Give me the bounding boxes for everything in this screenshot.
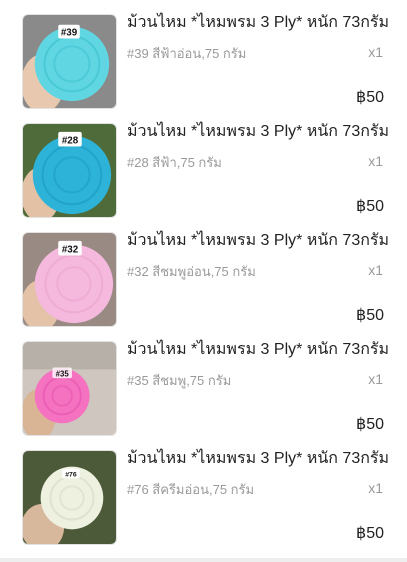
order-item[interactable]: #32 ม้วนไหม *ไหมพรม 3 Ply* หนัก 73กรัม #… (0, 218, 407, 327)
product-variant: #76 สีครีมอ่อน,75 กรัม (127, 482, 255, 497)
item-quantity: x1 (368, 480, 383, 496)
item-price: ฿50 (356, 89, 384, 106)
product-variant: #35 สีชมพู,75 กรัม (127, 373, 232, 388)
product-title[interactable]: ม้วนไหม *ไหมพรม 3 Ply* หนัก 73กรัม (127, 230, 389, 252)
yarn-tag-label: #39 (61, 28, 78, 39)
product-title[interactable]: ม้วนไหม *ไหมพรม 3 Ply* หนัก 73กรัม (127, 339, 389, 361)
yarn-ball-image: #76 (23, 451, 116, 544)
yarn-tag-label: #35 (56, 369, 70, 378)
yarn-ball-image: #32 (23, 233, 116, 326)
section-divider (0, 558, 407, 562)
shelf-items (23, 342, 116, 370)
product-thumbnail[interactable]: #32 (22, 232, 117, 327)
yarn-tag-label: #32 (62, 245, 79, 256)
order-item[interactable]: #35 ม้วนไหม *ไหมพรม 3 Ply* หนัก 73กรัม #… (0, 327, 407, 436)
item-quantity: x1 (368, 153, 383, 169)
product-variant: #28 สีฟ้า,75 กรัม (127, 155, 222, 170)
item-price: ฿50 (356, 416, 384, 433)
item-price: ฿50 (356, 198, 384, 215)
product-title[interactable]: ม้วนไหม *ไหมพรม 3 Ply* หนัก 73กรัม (127, 12, 389, 34)
item-price: ฿50 (356, 525, 384, 542)
order-item[interactable]: #28 ม้วนไหม *ไหมพรม 3 Ply* หนัก 73กรัม #… (0, 109, 407, 218)
order-item[interactable]: #39 ม้วนไหม *ไหมพรม 3 Ply* หนัก 73กรัม #… (0, 0, 407, 109)
yarn-ball-image: #35 (23, 342, 116, 435)
item-quantity: x1 (368, 262, 383, 278)
order-item[interactable]: #76 ม้วนไหม *ไหมพรม 3 Ply* หนัก 73กรัม #… (0, 436, 407, 545)
product-thumbnail[interactable]: #76 (22, 450, 117, 545)
product-variant: #39 สีฟ้าอ่อน,75 กรัม (127, 46, 247, 61)
product-thumbnail[interactable]: #28 (22, 123, 117, 218)
yarn-ball-image: #28 (23, 124, 116, 217)
item-price: ฿50 (356, 307, 384, 324)
product-title[interactable]: ม้วนไหม *ไหมพรม 3 Ply* หนัก 73กรัม (127, 448, 389, 470)
item-quantity: x1 (368, 44, 383, 60)
product-thumbnail[interactable]: #35 (22, 341, 117, 436)
product-title[interactable]: ม้วนไหม *ไหมพรม 3 Ply* หนัก 73กรัม (127, 121, 389, 143)
product-thumbnail[interactable]: #39 (22, 14, 117, 109)
yarn-tag-label: #76 (65, 471, 77, 478)
yarn-ball-image: #39 (23, 15, 116, 108)
yarn-tag-label: #28 (62, 136, 79, 147)
item-quantity: x1 (368, 371, 383, 387)
order-item-list: #39 ม้วนไหม *ไหมพรม 3 Ply* หนัก 73กรัม #… (0, 0, 407, 545)
product-variant: #32 สีชมพูอ่อน,75 กรัม (127, 264, 256, 279)
yarn-ball (32, 135, 112, 215)
